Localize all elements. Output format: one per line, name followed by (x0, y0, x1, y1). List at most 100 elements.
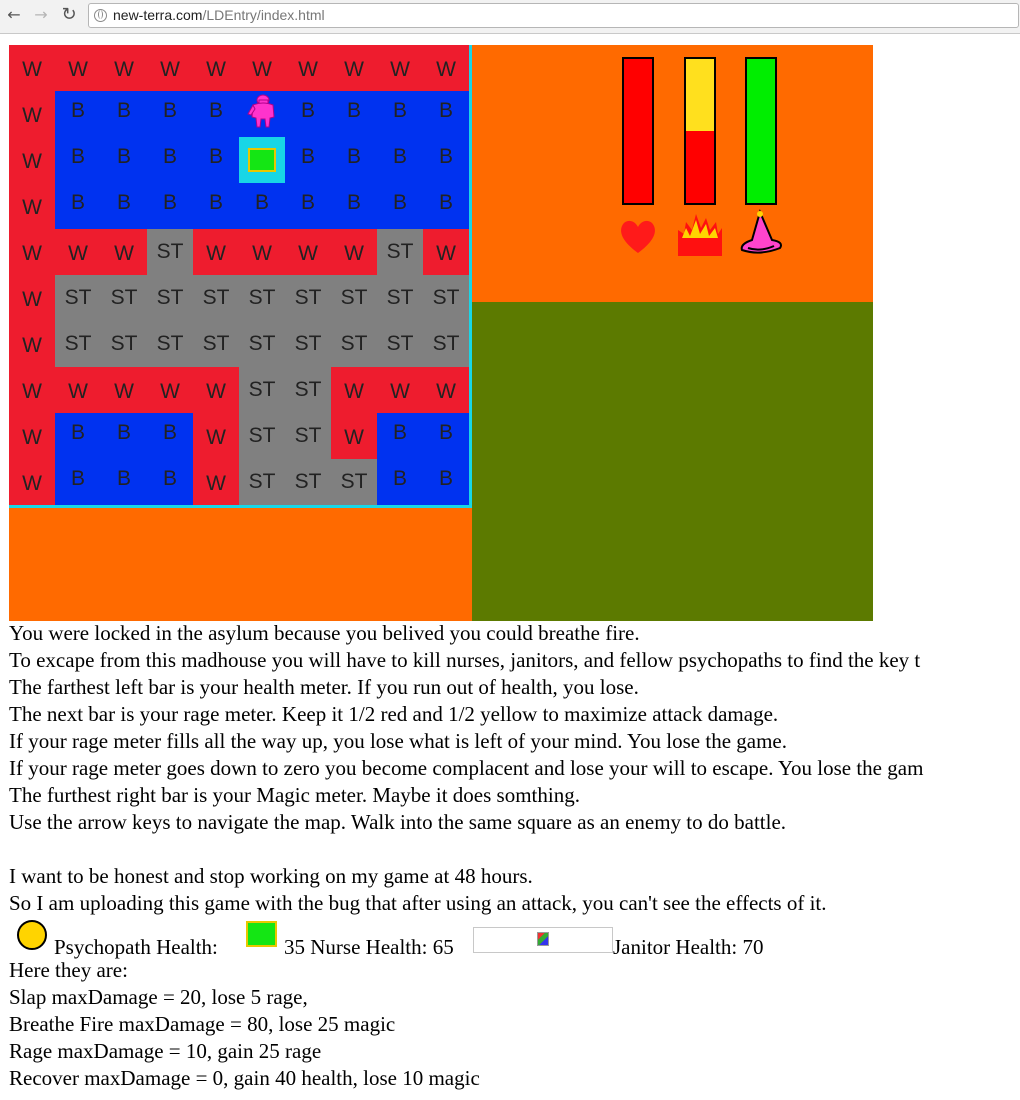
health-meter (622, 57, 654, 205)
map-tile: B (285, 91, 331, 137)
map-tile: B (423, 137, 469, 183)
map-tile: B (331, 91, 377, 137)
browser-toolbar: ← → ↻ new-terra.com/LDEntry/index.html (0, 0, 1020, 34)
game-canvas[interactable]: WWWWWWWWWWWBBBBBBBBWBBBBBBBBWBBBBBBBBBWW… (9, 45, 873, 621)
map-tile: ST (423, 275, 469, 321)
url-text: new-terra.com/LDEntry/index.html (113, 7, 325, 23)
map-tile: B (331, 137, 377, 183)
map-tile: ST (101, 275, 147, 321)
map-tile: W (9, 367, 55, 413)
map-tile: B (423, 183, 469, 229)
map-tile: B (101, 137, 147, 183)
map-tile: B (193, 91, 239, 137)
key-tile (239, 137, 285, 183)
map-tile: ST (285, 459, 331, 505)
player-character-icon (247, 94, 275, 128)
map-tile: B (377, 183, 423, 229)
map-tile: ST (239, 321, 285, 367)
instruction-line: If your rage meter goes down to zero you… (9, 756, 924, 780)
map-tile: W (9, 183, 55, 229)
instruction-line: If your rage meter fills all the way up,… (9, 729, 788, 753)
health-meter-fill (624, 59, 652, 203)
map-tile: B (285, 137, 331, 183)
map-tile: W (193, 229, 239, 275)
map-tile: W (331, 229, 377, 275)
map-tile: W (377, 45, 423, 91)
attacks-intro: Here they are: (9, 958, 128, 982)
map-tile: B (193, 137, 239, 183)
map-tile: ST (285, 413, 331, 459)
instruction-line: You were locked in the asylum because yo… (9, 621, 640, 645)
map-tile: W (147, 45, 193, 91)
honesty-line-1: I want to be honest and stop working on … (9, 864, 533, 888)
map-tile: B (331, 183, 377, 229)
map-tile: W (193, 367, 239, 413)
nurse-icon (246, 921, 277, 947)
map-tile: W (9, 321, 55, 367)
attacks-list: Slap maxDamage = 20, lose 5 rage, Breathe… (9, 984, 1020, 1092)
forward-arrow-icon[interactable]: → (30, 4, 52, 26)
attack-line: Recover maxDamage = 0, gain 40 health, l… (9, 1066, 480, 1090)
map-tile: W (285, 45, 331, 91)
map-tile: W (331, 413, 377, 459)
map-tile: ST (423, 321, 469, 367)
magic-meter (745, 57, 777, 205)
map-tile: W (285, 229, 331, 275)
map-tile: W (55, 45, 101, 91)
map-tile: ST (331, 275, 377, 321)
map-tile: ST (239, 275, 285, 321)
map-tile: W (9, 137, 55, 183)
map-tile: ST (239, 367, 285, 413)
map-tile: ST (147, 275, 193, 321)
map-tile: B (147, 413, 193, 459)
map-tile: B (55, 91, 101, 137)
map-tile: B (147, 183, 193, 229)
map-tile: B (147, 459, 193, 505)
nurse-health-label: 35 Nurse Health: 65 (284, 935, 454, 959)
map-tile: ST (285, 275, 331, 321)
map-tile: W (101, 229, 147, 275)
map-tile: ST (377, 275, 423, 321)
map-tile: B (377, 413, 423, 459)
map-tile: B (285, 183, 331, 229)
map-tile: ST (147, 321, 193, 367)
psychopath-health-label: Psychopath Health: (54, 935, 218, 959)
map-tile: B (193, 183, 239, 229)
magic-hat-icon (740, 209, 782, 254)
map-tile: W (9, 45, 55, 91)
janitor-health-label: Janitor Health: 70 (613, 935, 764, 959)
map-tile: W (193, 459, 239, 505)
instruction-line: The furthest right bar is your Magic met… (9, 783, 580, 807)
back-arrow-icon[interactable]: ← (3, 4, 25, 26)
map-tile: ST (101, 321, 147, 367)
map-tile: ST (377, 321, 423, 367)
fire-icon (678, 214, 722, 256)
map-tile: ST (193, 275, 239, 321)
attack-line: Breathe Fire maxDamage = 80, lose 25 mag… (9, 1012, 396, 1036)
address-bar[interactable]: new-terra.com/LDEntry/index.html (88, 3, 1019, 28)
map-tile: W (423, 45, 469, 91)
map-tile: B (101, 459, 147, 505)
attack-line: Rage maxDamage = 10, gain 25 rage (9, 1039, 322, 1063)
map-tile: ST (285, 367, 331, 413)
map-tile: W (9, 275, 55, 321)
rage-meter (684, 57, 716, 205)
map-tile: W (423, 229, 469, 275)
magic-meter-fill (747, 59, 775, 203)
map-tile: W (9, 91, 55, 137)
orange-panel-bottom (9, 508, 472, 621)
map-tile: B (101, 183, 147, 229)
map-tile: W (9, 459, 55, 505)
reload-icon[interactable]: ↻ (58, 4, 80, 26)
honesty-line-2: So I am uploading this game with the bug… (9, 891, 827, 915)
instruction-line: To excape from this madhouse you will ha… (9, 648, 921, 672)
map-tile: B (147, 137, 193, 183)
map-tile: B (377, 91, 423, 137)
map-tile: B (55, 137, 101, 183)
map-tile: B (239, 183, 285, 229)
map-tile: W (239, 45, 285, 91)
rage-meter-fill (686, 131, 714, 203)
map-tile: W (331, 45, 377, 91)
instruction-line: The farthest left bar is your health met… (9, 675, 639, 699)
map-tile: W (101, 45, 147, 91)
